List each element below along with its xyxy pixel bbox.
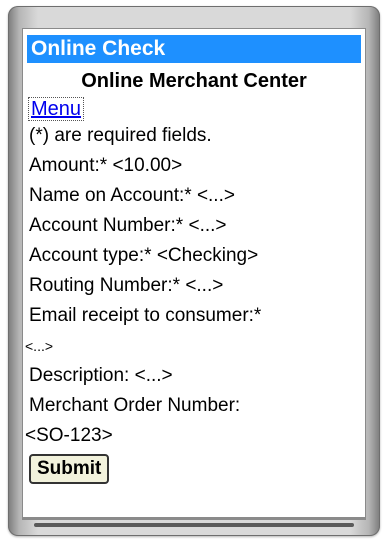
routing-number-field[interactable]: Routing Number:* <...> <box>23 271 365 301</box>
amount-label: Amount:* <box>29 155 108 176</box>
description-label: Description: <box>29 365 130 386</box>
description-field[interactable]: Description: <...> <box>23 361 365 391</box>
account-type-value[interactable]: <Checking> <box>157 245 258 266</box>
required-fields-note: (*) are required fields. <box>29 125 212 146</box>
name-on-account-label: Name on Account:* <box>29 185 192 206</box>
phone-frame: Online Check Online Merchant Center Menu… <box>8 6 380 536</box>
email-receipt-value[interactable]: <...> <box>23 331 365 361</box>
email-receipt-label: Email receipt to consumer:* <box>29 305 262 326</box>
routing-number-value[interactable]: <...> <box>185 275 223 296</box>
name-on-account-field[interactable]: Name on Account:* <...> <box>23 181 365 211</box>
account-number-value[interactable]: <...> <box>188 215 226 236</box>
amount-field[interactable]: Amount:* <10.00> <box>23 151 365 181</box>
account-number-field[interactable]: Account Number:* <...> <box>23 211 365 241</box>
description-value[interactable]: <...> <box>135 365 173 386</box>
menu-link[interactable]: Menu <box>28 97 85 121</box>
app-title-bar: Online Check <box>27 35 361 63</box>
submit-button[interactable]: Submit <box>29 454 110 484</box>
phone-screen: Online Check Online Merchant Center Menu… <box>22 28 366 520</box>
device-bottom-bar <box>34 523 354 527</box>
account-type-label: Account type:* <box>29 245 152 266</box>
account-number-label: Account Number:* <box>29 215 184 236</box>
amount-value[interactable]: <10.00> <box>112 155 182 176</box>
name-on-account-value[interactable]: <...> <box>197 185 235 206</box>
page-heading: Online Merchant Center <box>81 70 307 92</box>
merchant-order-number-label: Merchant Order Number: <box>29 395 241 416</box>
account-type-field[interactable]: Account type:* <Checking> <box>23 241 365 271</box>
merchant-order-number-value[interactable]: <SO-123> <box>23 421 365 451</box>
routing-number-label: Routing Number:* <box>29 275 181 296</box>
